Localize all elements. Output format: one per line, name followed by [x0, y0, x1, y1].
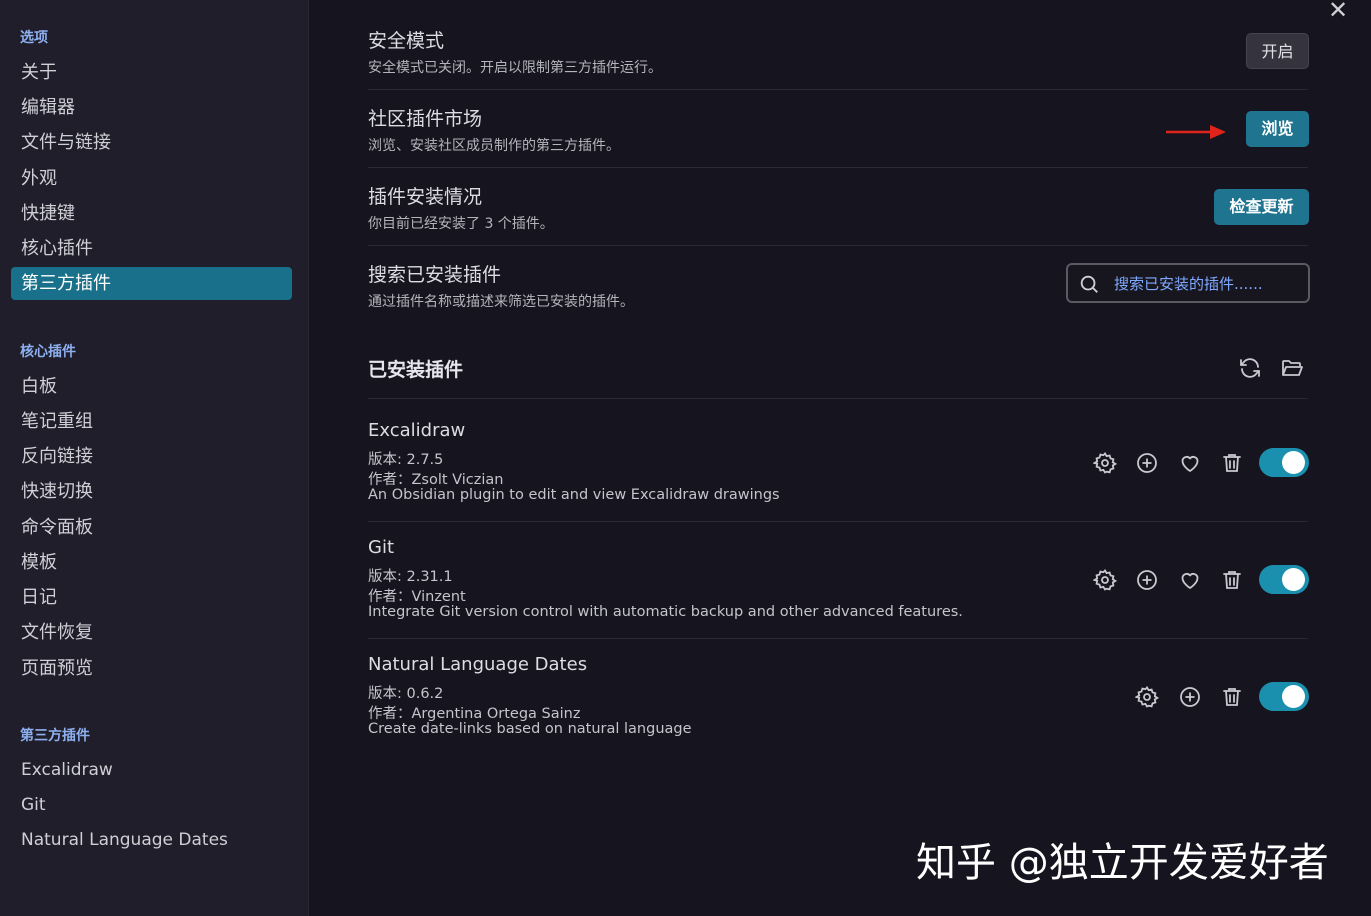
setting-safe-mode-desc: 安全模式已关闭。开启以限制第三方插件运行。	[368, 60, 662, 76]
trash-icon[interactable]	[1220, 568, 1244, 592]
safe-mode-enable-button[interactable]: 开启	[1246, 33, 1309, 69]
divider	[368, 398, 1308, 399]
plugin-git-description: Integrate Git version control with autom…	[368, 604, 963, 620]
divider	[368, 89, 1308, 90]
section-title-core-plugins: 核心插件	[20, 344, 76, 360]
sidebar-item-natural-language-dates[interactable]: Natural Language Dates	[11, 824, 292, 857]
sidebar-item-canvas[interactable]: 白板	[11, 370, 292, 403]
sidebar-item-excalidraw[interactable]: Excalidraw	[11, 754, 292, 787]
gear-icon[interactable]	[1135, 685, 1159, 709]
divider	[368, 521, 1308, 522]
setting-safe-mode-name: 安全模式	[368, 30, 445, 52]
search-icon	[1080, 275, 1098, 293]
sidebar-item-command-palette[interactable]: 命令面板	[11, 511, 292, 544]
setting-search-plugins-name: 搜索已安装插件	[368, 264, 502, 286]
installed-plugins-heading: 已安装插件	[368, 359, 464, 381]
add-hotkey-icon[interactable]	[1135, 568, 1159, 592]
plugin-nld-version: 版本: 0.6.2	[368, 686, 444, 702]
sidebar-item-file-recovery[interactable]: 文件恢复	[11, 616, 292, 649]
plugin-excalidraw-author: 作者：Zsolt Viczian	[368, 472, 504, 488]
section-title-options: 选项	[20, 30, 48, 46]
red-arrow-annotation	[1166, 125, 1226, 139]
toggle-knob	[1282, 685, 1305, 708]
plugin-excalidraw-name: Excalidraw	[368, 420, 466, 441]
search-input[interactable]	[1112, 272, 1301, 296]
setting-community-market-desc: 浏览、安装社区成员制作的第三方插件。	[368, 138, 620, 154]
sidebar-item-note-composer[interactable]: 笔记重组	[11, 405, 292, 438]
setting-install-status-name: 插件安装情况	[368, 186, 483, 208]
sidebar-item-appearance[interactable]: 外观	[11, 162, 292, 195]
add-hotkey-icon[interactable]	[1178, 685, 1202, 709]
sidebar-item-about[interactable]: 关于	[11, 56, 292, 89]
check-updates-button[interactable]: 检查更新	[1214, 189, 1309, 225]
settings-content: ✕ 安全模式 安全模式已关闭。开启以限制第三方插件运行。 开启 社区插件市场 浏…	[308, 0, 1371, 916]
sidebar-item-backlinks[interactable]: 反向链接	[11, 440, 292, 473]
toggle-knob	[1282, 568, 1305, 591]
add-hotkey-icon[interactable]	[1135, 451, 1159, 475]
sidebar-item-templates[interactable]: 模板	[11, 546, 292, 579]
sidebar-item-git[interactable]: Git	[11, 789, 292, 822]
heart-icon[interactable]	[1178, 451, 1202, 475]
sidebar-item-editor[interactable]: 编辑器	[11, 91, 292, 124]
sidebar-item-community-plugins[interactable]: 第三方插件	[11, 267, 292, 300]
trash-icon[interactable]	[1220, 451, 1244, 475]
plugin-git-author: 作者：Vinzent	[368, 589, 466, 605]
setting-install-status-desc: 你目前已经安装了 3 个插件。	[368, 216, 554, 232]
close-icon[interactable]: ✕	[1328, 0, 1348, 24]
sidebar-item-daily-notes[interactable]: 日记	[11, 581, 292, 614]
settings-sidebar: 选项 关于 编辑器 文件与链接 外观 快捷键 核心插件 第三方插件 核心插件 白…	[0, 0, 309, 916]
watermark: 知乎 @独立开发爱好者	[916, 840, 1329, 886]
divider	[368, 638, 1308, 639]
plugin-excalidraw-toggle[interactable]	[1259, 448, 1309, 477]
plugin-git-name: Git	[368, 537, 395, 558]
plugin-git-version: 版本: 2.31.1	[368, 569, 453, 585]
sidebar-item-core-plugins[interactable]: 核心插件	[11, 232, 292, 265]
browse-button[interactable]: 浏览	[1246, 111, 1309, 147]
sidebar-item-quick-switcher[interactable]: 快速切换	[11, 475, 292, 508]
heart-icon[interactable]	[1178, 568, 1202, 592]
reload-icon[interactable]	[1238, 356, 1262, 380]
plugin-excalidraw-description: An Obsidian plugin to edit and view Exca…	[368, 487, 780, 503]
plugin-nld-name: Natural Language Dates	[368, 654, 588, 675]
plugin-git-toggle[interactable]	[1259, 565, 1309, 594]
search-installed-plugins-box[interactable]	[1066, 263, 1310, 303]
open-folder-icon[interactable]	[1280, 356, 1304, 380]
divider	[368, 245, 1308, 246]
plugin-nld-toggle[interactable]	[1259, 682, 1309, 711]
sidebar-item-page-preview[interactable]: 页面预览	[11, 652, 292, 685]
sidebar-item-files-links[interactable]: 文件与链接	[11, 126, 292, 159]
plugin-nld-description: Create date-links based on natural langu…	[368, 721, 692, 737]
setting-community-market-name: 社区插件市场	[368, 108, 483, 130]
plugin-excalidraw-version: 版本: 2.7.5	[368, 452, 444, 468]
plugin-nld-author: 作者：Argentina Ortega Sainz	[368, 706, 581, 722]
gear-icon[interactable]	[1093, 451, 1117, 475]
sidebar-item-hotkeys[interactable]: 快捷键	[11, 197, 292, 230]
setting-search-plugins-desc: 通过插件名称或描述来筛选已安装的插件。	[368, 294, 634, 310]
section-title-community-plugins: 第三方插件	[20, 728, 90, 744]
gear-icon[interactable]	[1093, 568, 1117, 592]
trash-icon[interactable]	[1220, 685, 1244, 709]
toggle-knob	[1282, 451, 1305, 474]
divider	[368, 167, 1308, 168]
